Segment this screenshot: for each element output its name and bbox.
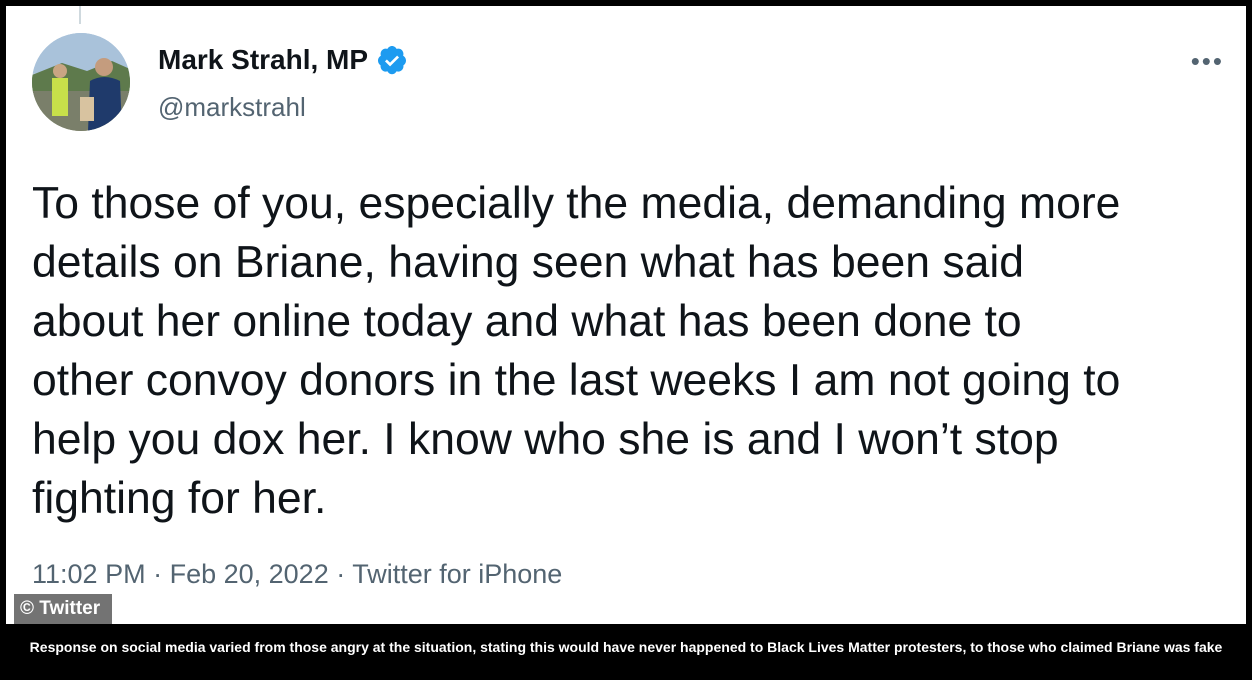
tweet-source[interactable]: Twitter for iPhone [352,559,562,589]
meta-separator: · [328,559,353,589]
tweet-card: Mark Strahl, MP @markstrahl ••• To those… [6,6,1246,624]
twitter-watermark: © Twitter [14,594,113,624]
display-name[interactable]: Mark Strahl, MP [158,44,368,76]
tweet-time[interactable]: 11:02 PM [32,559,146,589]
thread-line [79,6,81,24]
meta-separator: · [145,559,170,589]
more-options-icon[interactable]: ••• [1191,46,1224,77]
display-name-row: Mark Strahl, MP [158,44,408,76]
image-caption: Response on social media varied from tho… [29,639,1223,655]
verified-badge-icon [378,46,407,75]
tweet-text: To those of you, especially the media, d… [32,179,1121,523]
avatar[interactable] [32,33,130,131]
tweet-metadata: 11:02 PM · Feb 20, 2022 · Twitter for iP… [32,559,562,590]
user-handle[interactable]: @markstrahl [158,92,306,123]
tweet-date[interactable]: Feb 20, 2022 [170,559,329,589]
